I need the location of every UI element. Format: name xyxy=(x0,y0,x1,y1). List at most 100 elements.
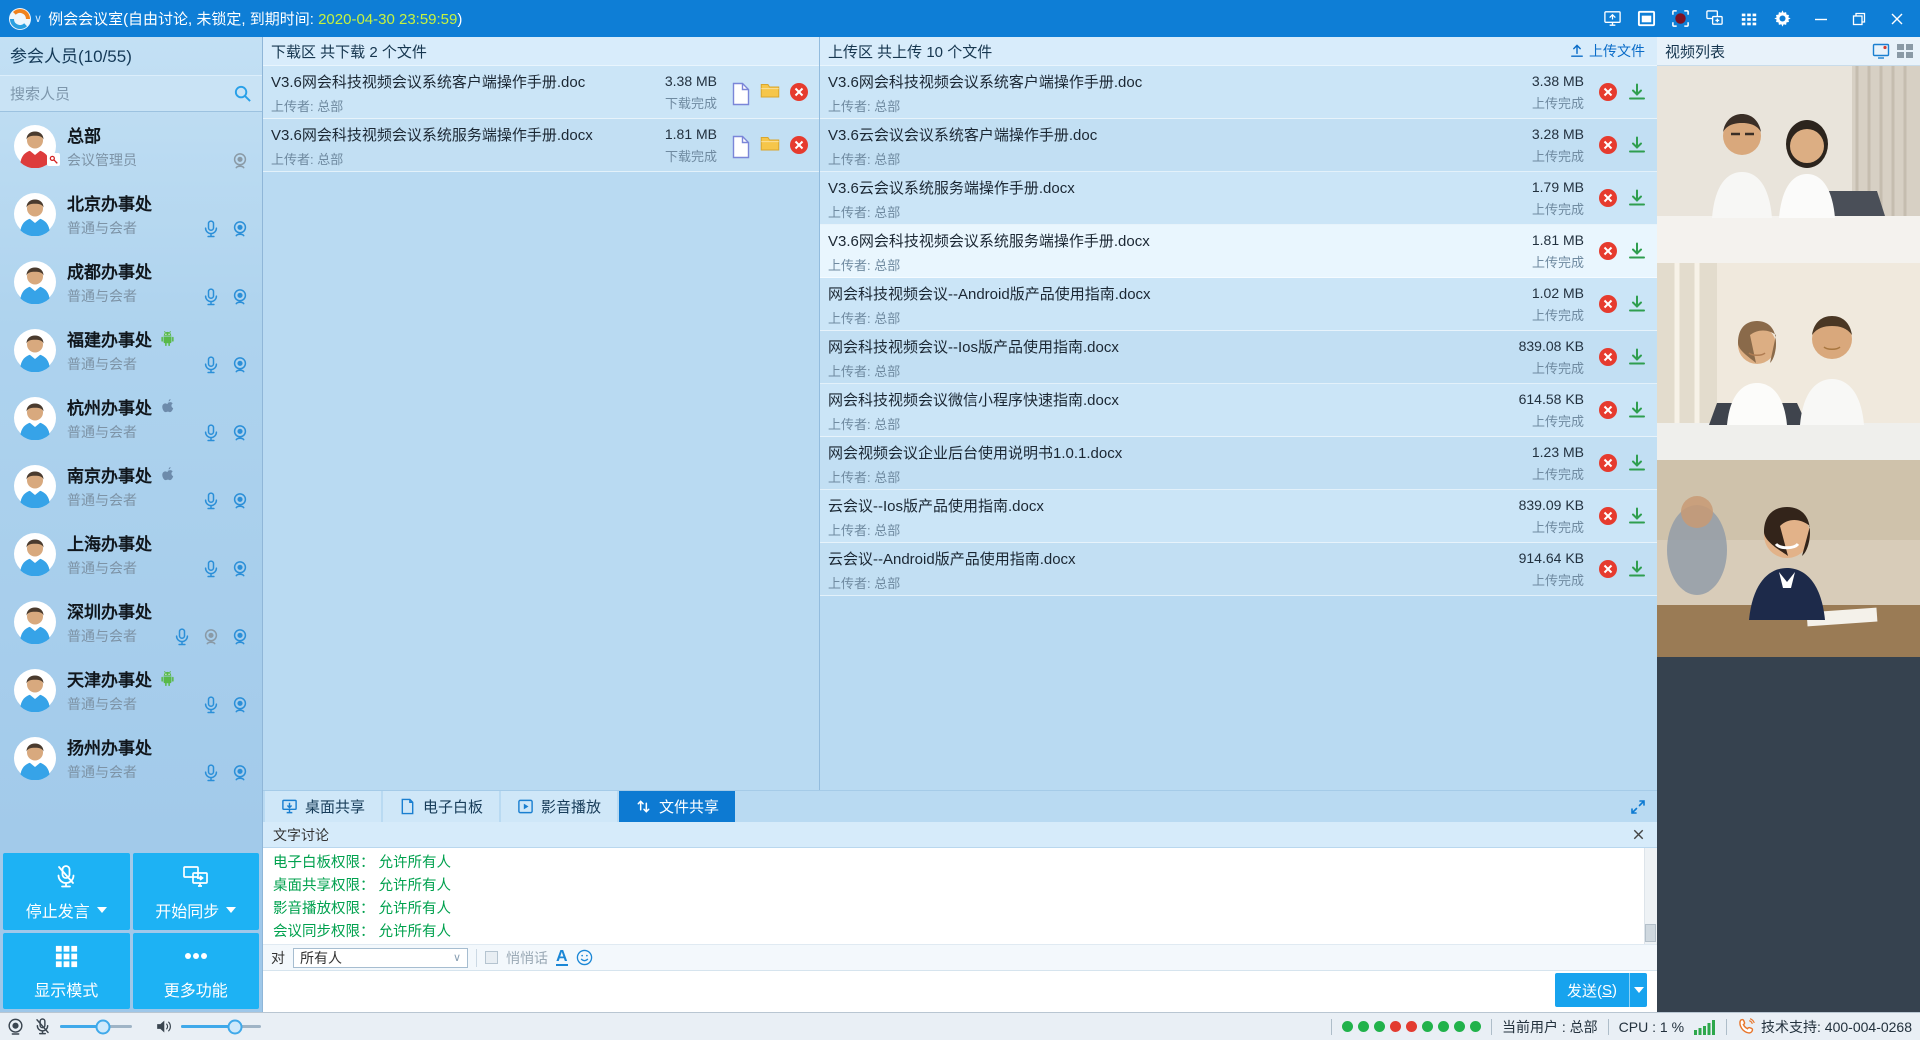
delete-icon[interactable] xyxy=(1598,135,1618,155)
chat-scrollbar[interactable] xyxy=(1644,848,1657,944)
webcam-icon[interactable] xyxy=(6,1017,25,1036)
delete-icon[interactable] xyxy=(789,135,809,155)
send-options-caret[interactable] xyxy=(1629,973,1647,1007)
screen-share-icon[interactable] xyxy=(1705,9,1724,28)
upload-file-row[interactable]: 云会议--Ios版产品使用指南.docx 上传者: 总部 839.09 KB 上… xyxy=(820,490,1657,543)
record-icon[interactable] xyxy=(1671,9,1690,28)
whisper-checkbox[interactable] xyxy=(485,951,498,964)
title-menu-caret-icon[interactable]: ∨ xyxy=(34,12,42,25)
delete-icon[interactable] xyxy=(1598,241,1618,261)
message-input[interactable] xyxy=(263,971,1657,1012)
upload-file-row[interactable]: V3.6云会议系统服务端操作手册.docx 上传者: 总部 1.79 MB 上传… xyxy=(820,172,1657,225)
upload-file-row[interactable]: 网会科技视频会议--Android版产品使用指南.docx 上传者: 总部 1.… xyxy=(820,278,1657,331)
tab-whiteboard[interactable]: 电子白板 xyxy=(383,791,499,822)
mic-icon[interactable] xyxy=(201,219,221,239)
delete-icon[interactable] xyxy=(1598,506,1618,526)
participant-row[interactable]: 福建办事处 普通与会者 xyxy=(0,316,262,384)
mic-icon[interactable] xyxy=(201,695,221,715)
upload-file-row[interactable]: 云会议--Android版产品使用指南.docx 上传者: 总部 914.64 … xyxy=(820,543,1657,596)
speaker-icon[interactable] xyxy=(154,1017,173,1036)
delete-icon[interactable] xyxy=(1598,400,1618,420)
participant-row[interactable]: 总部 会议管理员 xyxy=(0,112,262,180)
folder-icon[interactable] xyxy=(760,135,780,155)
search-icon[interactable] xyxy=(233,84,252,103)
folder-icon[interactable] xyxy=(760,82,780,102)
webcam-disabled-icon[interactable] xyxy=(230,151,250,171)
recipient-select[interactable]: 所有人 ∨ xyxy=(293,948,468,968)
send-button[interactable]: 发送(S) xyxy=(1555,973,1647,1007)
participant-row[interactable]: 南京办事处 普通与会者 xyxy=(0,452,262,520)
close-icon[interactable] xyxy=(1887,9,1906,28)
display-mode-button[interactable]: 显示模式 xyxy=(3,933,130,1010)
participant-row[interactable]: 北京办事处 普通与会者 xyxy=(0,180,262,248)
expand-icon[interactable] xyxy=(1629,798,1647,816)
upload-file-button[interactable]: 上传文件 xyxy=(1569,41,1645,61)
mic-volume-thumb[interactable] xyxy=(96,1019,111,1034)
participant-row[interactable]: 扬州办事处 普通与会者 xyxy=(0,724,262,792)
start-sync-button[interactable]: 开始同步 xyxy=(133,853,260,930)
download-icon[interactable] xyxy=(1627,506,1647,526)
webcam-disabled-icon[interactable] xyxy=(201,627,221,647)
webcam-icon[interactable] xyxy=(230,695,250,715)
emoji-icon[interactable] xyxy=(576,949,593,966)
delete-icon[interactable] xyxy=(1598,188,1618,208)
maximize-icon[interactable] xyxy=(1849,9,1868,28)
stop-speaking-button[interactable]: 停止发言 xyxy=(3,853,130,930)
upload-file-row[interactable]: V3.6云会议会议系统客户端操作手册.doc 上传者: 总部 3.28 MB 上… xyxy=(820,119,1657,172)
mic-icon[interactable] xyxy=(201,423,221,443)
upload-file-row[interactable]: V3.6网会科技视频会议系统客户端操作手册.doc 上传者: 总部 3.38 M… xyxy=(820,66,1657,119)
font-icon[interactable]: A xyxy=(556,950,568,966)
video-thumbnail-1[interactable] xyxy=(1657,66,1920,263)
download-icon[interactable] xyxy=(1627,188,1647,208)
upload-file-row[interactable]: 网会科技视频会议微信小程序快速指南.docx 上传者: 总部 614.58 KB… xyxy=(820,384,1657,437)
video-mode-icon[interactable] xyxy=(1872,43,1890,59)
download-icon[interactable] xyxy=(1627,241,1647,261)
delete-icon[interactable] xyxy=(1598,294,1618,314)
apps-grid-icon[interactable] xyxy=(1739,9,1758,28)
upload-file-row[interactable]: V3.6网会科技视频会议系统服务端操作手册.docx 上传者: 总部 1.81 … xyxy=(820,225,1657,278)
mic-volume-slider[interactable] xyxy=(60,1025,132,1028)
download-file-row[interactable]: V3.6网会科技视频会议系统客户端操作手册.doc 上传者: 总部 3.38 M… xyxy=(263,66,819,119)
mic-muted-icon[interactable] xyxy=(33,1017,52,1036)
participant-row[interactable]: 成都办事处 普通与会者 xyxy=(0,248,262,316)
delete-icon[interactable] xyxy=(1598,347,1618,367)
participant-row[interactable]: 杭州办事处 普通与会者 xyxy=(0,384,262,452)
mic-icon[interactable] xyxy=(201,763,221,783)
webcam-icon[interactable] xyxy=(230,491,250,511)
minimize-icon[interactable] xyxy=(1811,9,1830,28)
mic-icon[interactable] xyxy=(201,355,221,375)
settings-gear-icon[interactable] xyxy=(1773,9,1792,28)
app-logo-icon[interactable] xyxy=(8,7,32,31)
upload-file-row[interactable]: 网会科技视频会议--Ios版产品使用指南.docx 上传者: 总部 839.08… xyxy=(820,331,1657,384)
webcam-icon[interactable] xyxy=(230,763,250,783)
scrollbar-thumb[interactable] xyxy=(1645,924,1656,942)
webcam-icon[interactable] xyxy=(230,559,250,579)
tab-media-play[interactable]: 影音播放 xyxy=(501,791,617,822)
delete-icon[interactable] xyxy=(789,82,809,102)
download-icon[interactable] xyxy=(1627,400,1647,420)
webcam-icon[interactable] xyxy=(230,423,250,443)
participant-row[interactable]: 上海办事处 普通与会者 xyxy=(0,520,262,588)
participant-row[interactable]: 深圳办事处 普通与会者 xyxy=(0,588,262,656)
delete-icon[interactable] xyxy=(1598,453,1618,473)
participant-row[interactable]: 天津办事处 普通与会者 xyxy=(0,656,262,724)
download-icon[interactable] xyxy=(1627,453,1647,473)
webcam-icon[interactable] xyxy=(230,287,250,307)
tab-file-share[interactable]: 文件共享 xyxy=(619,791,735,822)
tab-desktop-share[interactable]: 桌面共享 xyxy=(265,791,381,822)
webcam-icon[interactable] xyxy=(230,355,250,375)
window-mode-icon[interactable] xyxy=(1637,9,1656,28)
download-icon[interactable] xyxy=(1627,294,1647,314)
download-icon[interactable] xyxy=(1627,347,1647,367)
more-functions-button[interactable]: 更多功能 xyxy=(133,933,260,1010)
download-icon[interactable] xyxy=(1627,82,1647,102)
screen-cast-icon[interactable] xyxy=(1603,9,1622,28)
close-icon[interactable] xyxy=(1631,827,1647,843)
page-icon[interactable] xyxy=(731,135,751,155)
webcam-icon[interactable] xyxy=(230,219,250,239)
delete-icon[interactable] xyxy=(1598,559,1618,579)
download-icon[interactable] xyxy=(1627,559,1647,579)
speaker-volume-slider[interactable] xyxy=(181,1025,261,1028)
video-thumbnail-3[interactable] xyxy=(1657,460,1920,657)
video-thumbnail-2[interactable] xyxy=(1657,263,1920,460)
